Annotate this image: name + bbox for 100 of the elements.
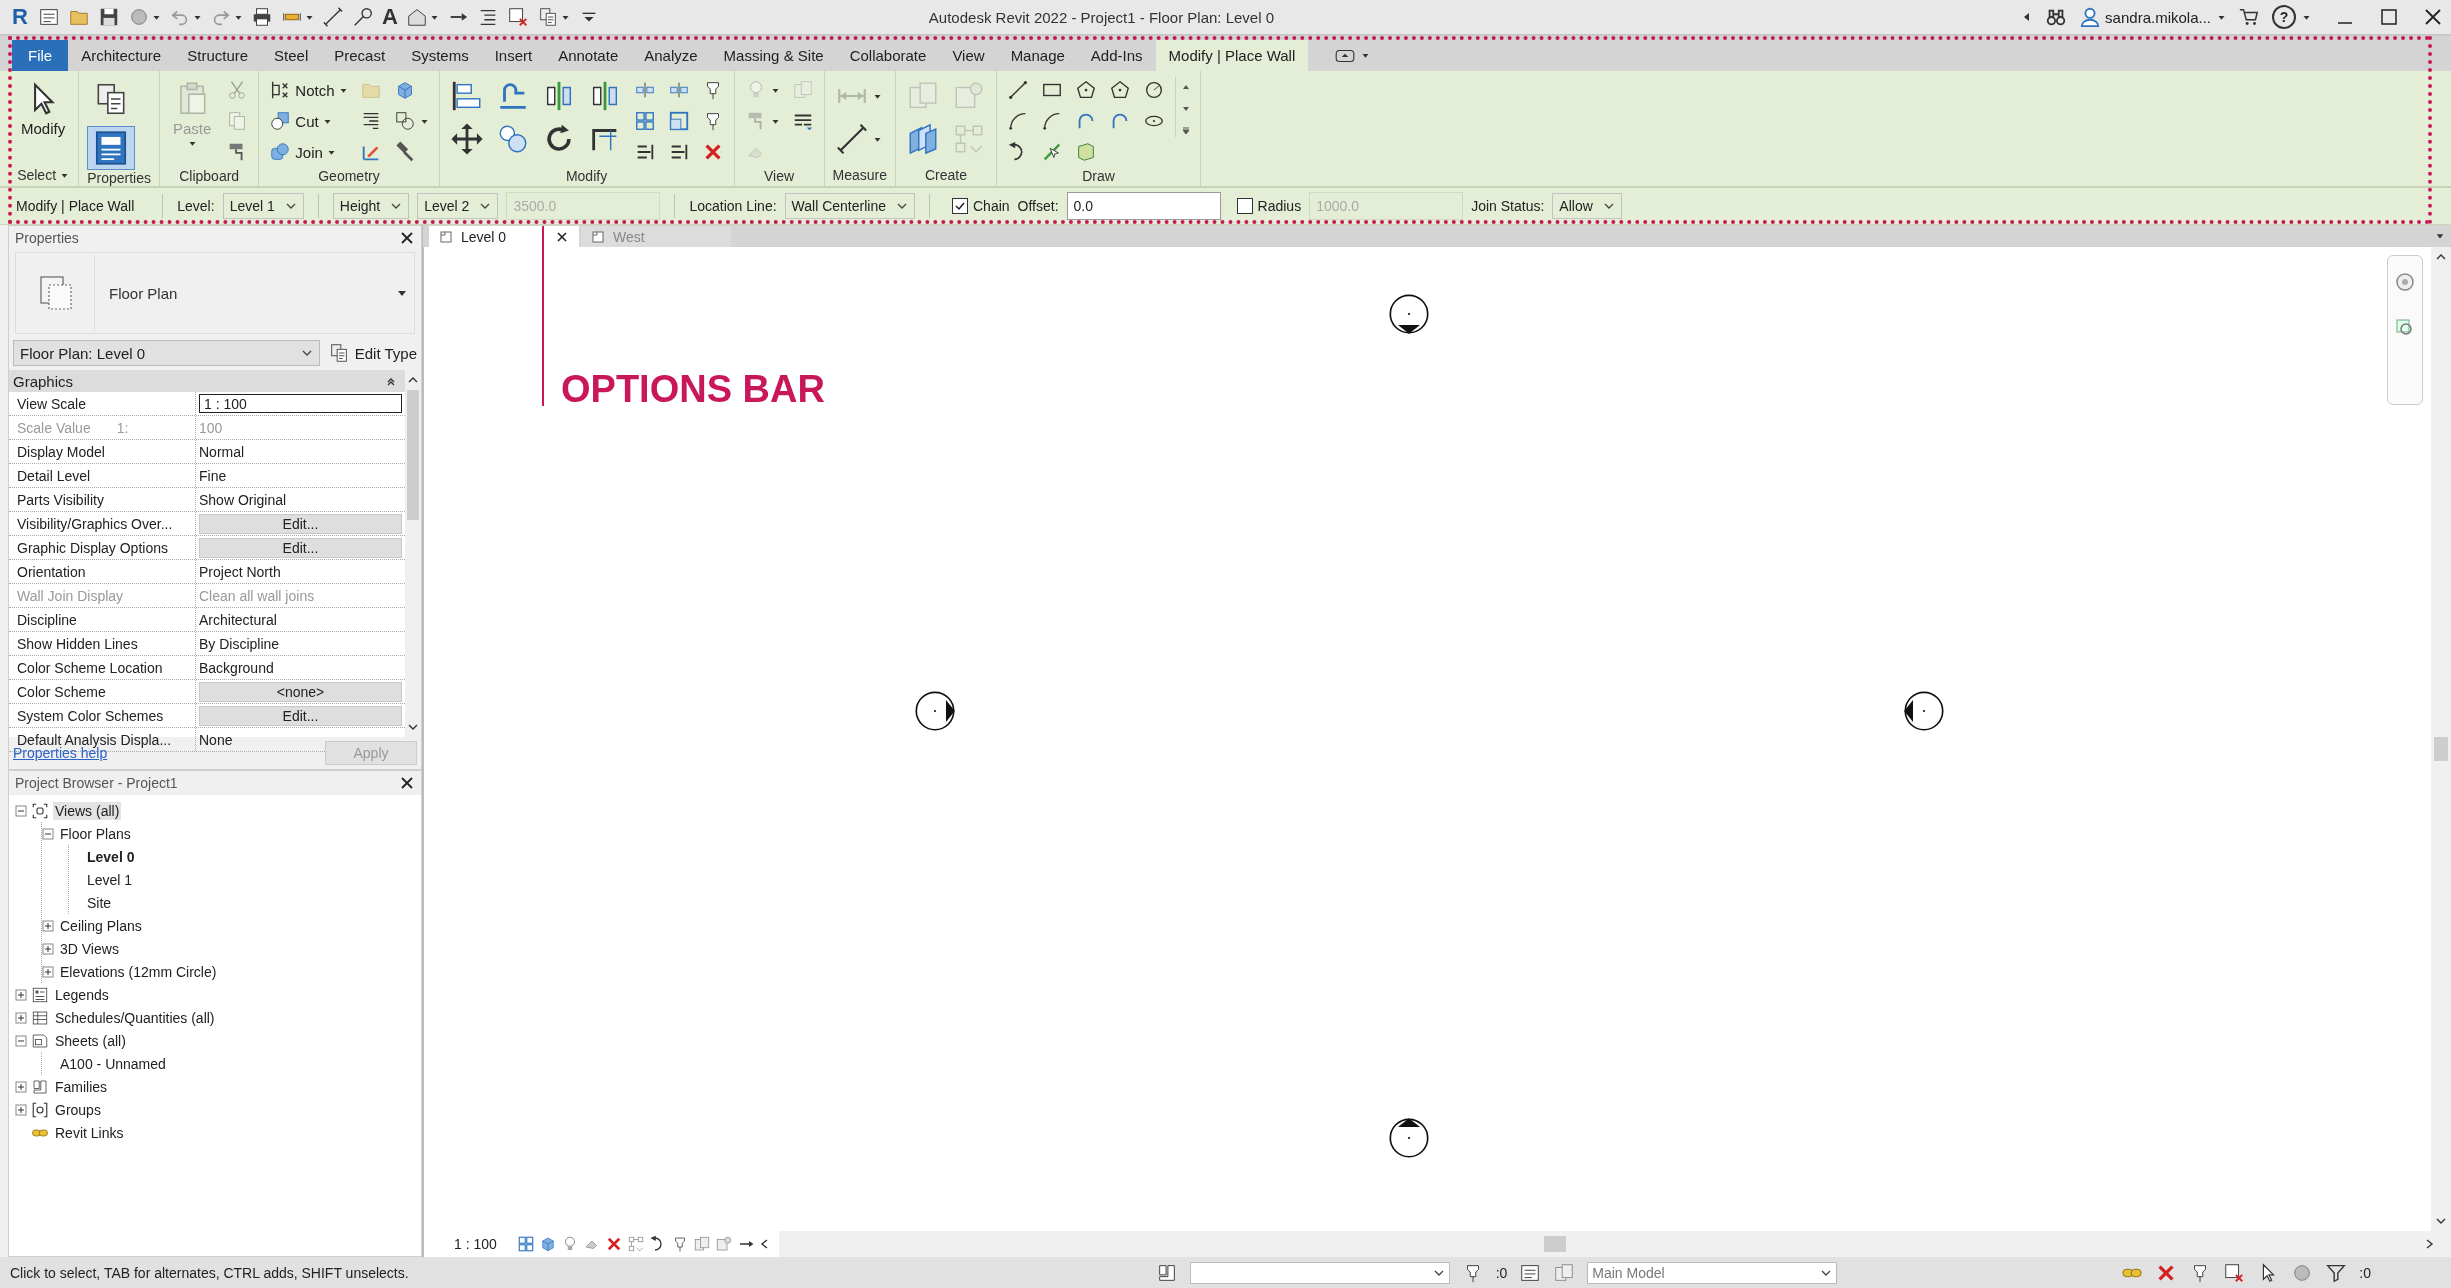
tree-item[interactable]: Schedules/Quantities (all)	[53, 1008, 217, 1027]
ribbon-tab[interactable]: Structure	[174, 40, 262, 71]
panel-title: Geometry	[317, 166, 381, 186]
dropdown[interactable]: Wall Centerline	[784, 193, 915, 219]
property-name: Discipline	[9, 608, 196, 631]
panel-title: Properties	[87, 170, 151, 186]
dropdown[interactable]: Level 1	[222, 193, 304, 219]
tree-item[interactable]: Ceiling Plans	[58, 916, 144, 935]
property-name: Orientation	[9, 560, 196, 583]
tree-item[interactable]: Legends	[53, 985, 111, 1004]
group-header[interactable]: Graphics	[9, 370, 405, 392]
ribbon-tab[interactable]: Collaborate	[836, 40, 940, 71]
annotation-label: OPTIONS BAR	[561, 368, 825, 411]
text-button[interactable]: A	[379, 3, 400, 31]
property-name: Parts Visibility	[9, 488, 196, 511]
ribbon-tab[interactable]: Annotate	[545, 40, 632, 71]
tree-item[interactable]: Sheets (all)	[53, 1031, 128, 1050]
tree-item[interactable]: Level 0	[85, 847, 137, 866]
field-label: Location Line:	[689, 198, 777, 214]
property-name: Visibility/Graphics Over...	[9, 512, 196, 535]
ribbon-tab[interactable]: Add-Ins	[1077, 40, 1156, 71]
panel-title: Create	[924, 166, 969, 185]
property-button[interactable]: Edit...	[199, 513, 402, 534]
input-field[interactable]: 0.0	[1066, 192, 1221, 220]
ribbon-tab[interactable]: Steel	[261, 40, 322, 71]
ribbon-tab[interactable]: Manage	[997, 40, 1078, 71]
user-button[interactable]: sandra.mikola...	[2079, 6, 2226, 28]
ribbon-tab[interactable]: Massing & Site	[710, 40, 837, 71]
property-value: Normal	[199, 443, 245, 460]
tree-item[interactable]: Families	[53, 1077, 110, 1096]
tree-item[interactable]: Site	[85, 893, 114, 912]
property-value: By Discipline	[199, 635, 280, 652]
ribbon-tab[interactable]: Modify | Place Wall	[1155, 40, 1309, 71]
checkbox-label: Chain	[973, 198, 1010, 214]
filter-count: :0	[2359, 1264, 2371, 1281]
panel-title: Draw	[1081, 166, 1116, 186]
tool-button[interactable]: Modify	[16, 77, 71, 140]
file-menu-button[interactable]: File	[12, 40, 69, 71]
field-label: Offset:	[1017, 198, 1059, 214]
property-value: None	[199, 731, 233, 748]
property-button[interactable]: Edit...	[199, 705, 402, 726]
property-name: Scale Value	[17, 419, 91, 436]
app-logo[interactable]: R	[8, 4, 32, 30]
ribbon-tab[interactable]: Systems	[398, 40, 482, 71]
view-scale-button[interactable]: 1 : 100	[454, 1236, 513, 1252]
property-name: Graphic Display Options	[9, 536, 196, 559]
type-name: Floor Plan	[109, 284, 179, 302]
document-tab[interactable]: Level 0	[429, 226, 579, 247]
property-name: Show Hidden Lines	[9, 632, 196, 655]
ribbon-tab[interactable]: Precast	[321, 40, 399, 71]
edit-type-button[interactable]: Edit Type	[327, 342, 417, 364]
tool-button[interactable]: Cut	[267, 108, 350, 134]
dropdown[interactable]: Height	[332, 193, 410, 219]
property-value: Fine	[199, 467, 227, 484]
editable-count: :0	[1495, 1264, 1508, 1281]
property-name: System Color Schemes	[9, 704, 196, 727]
tool-button[interactable]: Notch	[267, 77, 350, 103]
type-selector[interactable]: Floor Plan	[15, 252, 415, 334]
property-button[interactable]: <none>	[199, 681, 402, 702]
tree-item[interactable]: Elevations (12mm Circle)	[58, 962, 219, 981]
instance-dropdown[interactable]: Floor Plan: Level 0	[13, 340, 320, 366]
checkbox-label: Radius	[1257, 198, 1302, 214]
field-label: Level:	[177, 198, 215, 214]
tree-item[interactable]: Revit Links	[53, 1123, 126, 1142]
panel-menu-button[interactable]: Select	[16, 164, 71, 186]
tree-item[interactable]: Groups	[53, 1100, 103, 1119]
property-name: Detail Level	[9, 464, 196, 487]
tree-item[interactable]: Level 1	[85, 870, 135, 889]
tool-button[interactable]: Join	[267, 139, 350, 165]
design-option-dropdown[interactable]: Main Model	[1587, 1261, 1838, 1284]
property-button[interactable]: Edit...	[199, 537, 402, 558]
palette-title: Project Browser - Project1	[15, 775, 178, 791]
property-value: Clean all wall joins	[199, 587, 315, 604]
property-field[interactable]: 1 : 100	[199, 394, 402, 413]
property-value: Architectural	[199, 611, 277, 628]
unit-label: 1:	[116, 419, 129, 436]
dropdown[interactable]: Level 2	[417, 193, 499, 219]
property-value: Show Original	[199, 491, 287, 508]
property-name: Color Scheme	[9, 680, 196, 703]
panel-title: Modify	[564, 166, 609, 186]
property-name: View Scale	[9, 392, 196, 415]
field-label: Join Status:	[1471, 198, 1545, 214]
tree-item[interactable]: 3D Views	[58, 939, 121, 958]
window-title: Autodesk Revit 2022 - Project1 - Floor Plan: Level 0	[927, 8, 1276, 26]
ribbon-tab[interactable]: Analyze	[631, 40, 711, 71]
ribbon-tab[interactable]: Architecture	[68, 40, 175, 71]
ribbon-tab[interactable]: View	[939, 40, 998, 71]
ribbon-tab[interactable]: Insert	[481, 40, 546, 71]
panel-title: Clipboard	[178, 166, 241, 186]
property-name: Color Scheme Location	[9, 656, 196, 679]
property-value: 100	[199, 419, 223, 436]
dropdown[interactable]: Allow	[1552, 193, 1622, 219]
context-label: Modify | Place Wall	[15, 198, 136, 214]
tree-item[interactable]: A100 - Unnamed	[58, 1054, 168, 1073]
tree-item[interactable]: Views (all)	[53, 801, 122, 820]
status-message: Click to select, TAB for alternates, CTRL adds, SHIFT unselects.	[10, 1264, 410, 1281]
property-name: Display Model	[9, 440, 196, 463]
panel-title: Measure	[832, 166, 887, 185]
panel-title: View	[763, 166, 796, 186]
tree-item[interactable]: Floor Plans	[58, 824, 133, 843]
